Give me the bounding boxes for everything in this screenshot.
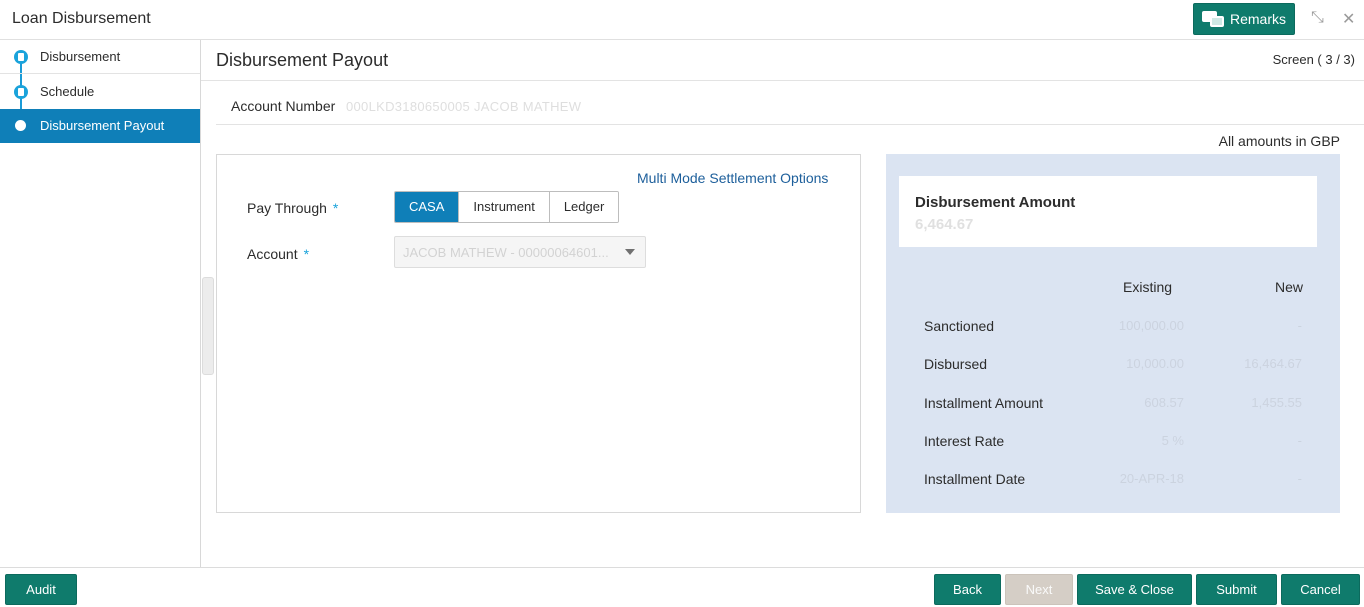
table-row: Interest Rate 5 % -: [912, 433, 1312, 457]
pay-through-ledger[interactable]: Ledger: [549, 192, 619, 222]
row-label: Interest Rate: [924, 433, 1005, 449]
settlement-panel: Multi Mode Settlement Options Pay Throug…: [216, 154, 861, 513]
account-select[interactable]: JACOB MATHEW - 00000064601...: [394, 236, 646, 268]
required-marker: *: [332, 200, 339, 216]
footer-toolbar: Audit Back Next Save & Close Submit Canc…: [0, 567, 1364, 607]
account-label: Account *: [247, 246, 309, 262]
remarks-button[interactable]: Remarks: [1193, 3, 1295, 35]
remarks-label: Remarks: [1230, 11, 1287, 27]
chevron-down-icon: [625, 249, 635, 255]
next-button[interactable]: Next: [1005, 574, 1073, 605]
disbursement-amount-value: 6,464.67: [915, 216, 974, 233]
row-new: 1,455.55: [1251, 395, 1302, 410]
row-new: -: [1297, 433, 1302, 448]
disbursement-summary-panel: Disbursement Amount 6,464.67 Existing Ne…: [886, 154, 1340, 513]
account-number-label: Account Number: [231, 98, 336, 114]
screen-indicator: Screen ( 3 / 3): [1272, 52, 1355, 67]
row-new: -: [1297, 471, 1302, 486]
pay-through-toggle: CASA Instrument Ledger: [394, 191, 620, 223]
pay-through-label-text: Pay Through: [247, 200, 327, 216]
row-new: -: [1297, 318, 1302, 333]
close-icon[interactable]: ✕: [1342, 9, 1355, 29]
disbursement-amount-card: Disbursement Amount 6,464.67: [899, 176, 1317, 247]
window-title: Loan Disbursement: [12, 10, 151, 27]
pay-through-instrument[interactable]: Instrument: [459, 192, 550, 222]
table-row: Sanctioned 100,000.00 -: [912, 318, 1312, 342]
cancel-button[interactable]: Cancel: [1281, 574, 1360, 605]
submit-button[interactable]: Submit: [1196, 574, 1277, 605]
step-current-icon: [15, 120, 26, 131]
account-number-value: 000LKD3180650005 JACOB MATHEW: [346, 99, 582, 114]
back-button[interactable]: Back: [934, 574, 1001, 605]
currency-note: All amounts in GBP: [1218, 133, 1340, 149]
minimize-icon[interactable]: ⤡: [1311, 9, 1324, 27]
row-label: Sanctioned: [924, 318, 995, 334]
row-existing: 5 %: [1161, 433, 1184, 448]
page-title: Disbursement Payout: [216, 50, 389, 70]
nav-item-disbursement-payout[interactable]: Disbursement Payout: [0, 109, 200, 143]
multi-mode-settlement-link[interactable]: Multi Mode Settlement Options: [637, 170, 828, 186]
audit-button[interactable]: Audit: [5, 574, 77, 605]
row-existing: 20-APR-18: [1119, 471, 1184, 486]
pay-through-label: Pay Through *: [247, 200, 338, 216]
panel-resize-handle[interactable]: [202, 277, 214, 375]
table-row: Installment Amount 608.57 1,455.55: [912, 395, 1312, 419]
step-complete-icon: [14, 85, 28, 99]
account-label-text: Account: [247, 246, 298, 262]
required-marker: *: [303, 246, 310, 262]
table-row: Installment Date 20-APR-18 -: [912, 471, 1312, 495]
row-label: Disbursed: [924, 356, 988, 372]
row-label: Installment Date: [924, 471, 1026, 487]
table-row: Disbursed 10,000.00 16,464.67: [912, 356, 1312, 380]
row-label: Installment Amount: [924, 395, 1044, 411]
nav-item-disbursement[interactable]: Disbursement: [0, 40, 200, 74]
divider: [201, 80, 1364, 81]
step-navigation: Disbursement Schedule Disbursement Payou…: [0, 40, 201, 567]
column-header-existing: Existing: [1123, 279, 1173, 295]
nav-item-label: Schedule: [40, 84, 95, 99]
disbursement-amount-title: Disbursement Amount: [915, 194, 1076, 211]
window-header: Loan Disbursement Remarks ⤡ ✕: [0, 0, 1364, 40]
row-existing: 10,000.00: [1126, 356, 1184, 371]
pay-through-casa[interactable]: CASA: [395, 192, 460, 222]
nav-item-label: Disbursement: [40, 49, 121, 64]
column-header-new: New: [1275, 279, 1304, 295]
row-new: 16,464.67: [1244, 356, 1302, 371]
account-select-value: JACOB MATHEW - 00000064601...: [403, 245, 609, 260]
nav-item-schedule[interactable]: Schedule: [0, 75, 200, 109]
divider: [216, 124, 1364, 125]
step-complete-icon: [14, 50, 28, 64]
nav-item-label: Disbursement Payout: [40, 118, 165, 133]
save-close-button[interactable]: Save & Close: [1077, 574, 1192, 605]
row-existing: 100,000.00: [1118, 318, 1184, 333]
row-existing: 608.57: [1144, 395, 1184, 410]
chat-bubbles-icon: [1202, 10, 1226, 28]
